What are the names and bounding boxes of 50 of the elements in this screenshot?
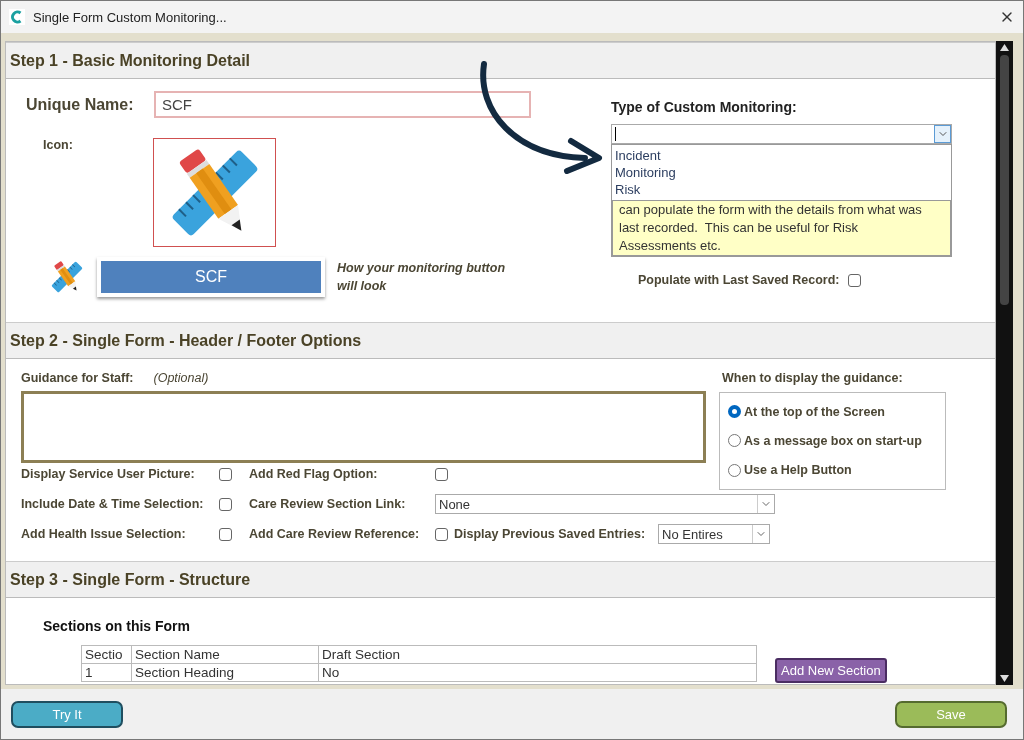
dropdown-option[interactable]: Monitoring (615, 164, 948, 181)
guidance-field[interactable] (21, 391, 706, 463)
info-text: can populate the form with the details from what was last recorded. This can be useful for Risk Assessments etc. (619, 201, 923, 255)
scrollbar[interactable] (996, 41, 1013, 685)
field-label: Icon: (42, 138, 74, 152)
field-label: Guidance for Staff: (21, 371, 134, 385)
table-cell: 1 (81, 663, 132, 682)
dropdown[interactable]: No Entires (658, 524, 771, 544)
table-cell: No (318, 663, 757, 682)
scroll-thumb[interactable] (1000, 55, 1009, 305)
add-section-button[interactable]: Add New Section (775, 658, 887, 683)
checkbox[interactable] (848, 273, 862, 287)
checkbox[interactable] (219, 497, 232, 511)
column-header: Section Name (131, 645, 319, 664)
subheading: Sections on this Form (43, 618, 191, 634)
dropdown-option[interactable]: Risk (615, 181, 948, 198)
preview-caption: How your monitoring button will look (337, 260, 507, 295)
checkbox[interactable] (435, 527, 448, 541)
hint-text: (Optional) (153, 371, 209, 385)
option-label: Care Review Section Link: (249, 497, 407, 511)
option-label: Add Health Issue Selection: (21, 527, 187, 541)
field-label: Type of Custom Monitoring: (611, 99, 798, 115)
checkbox[interactable] (219, 467, 232, 481)
dropdown-option[interactable]: Incident (615, 147, 948, 164)
checkbox[interactable] (435, 467, 448, 481)
table-cell: Section Heading (131, 663, 319, 682)
preview-label: SCF (101, 261, 321, 293)
column-header: Sectio (81, 645, 132, 664)
option-label: Add Red Flag Option: (249, 467, 379, 481)
app-logo-icon (9, 9, 25, 25)
radio-option[interactable]: As a message box on start-up (728, 434, 937, 448)
column-header: Draft Section (318, 645, 757, 664)
section-title: Step 3 - Single Form - Structure (10, 570, 251, 589)
section-title: Step 1 - Basic Monitoring Detail (10, 51, 251, 70)
dropdown[interactable]: None (435, 494, 775, 514)
window-title: Single Form Custom Monitoring... (33, 9, 228, 25)
option-label: Display Service User Picture: (21, 467, 196, 481)
radio-option[interactable]: Use a Help Button (728, 463, 937, 478)
section-title: Step 2 - Single Form - Header / Footer Options (10, 331, 362, 350)
radio-option[interactable]: At the top of the Screen (728, 404, 937, 419)
name-input[interactable]: SCF (154, 91, 531, 118)
option-label: Display Previous Saved Entries: (454, 527, 646, 541)
checkbox-label: Populate with Last Saved Record: (638, 273, 840, 287)
scroll-down-icon[interactable] (1000, 675, 1009, 682)
option-label: Include Date & Time Selection: (21, 497, 205, 511)
checkbox[interactable] (219, 527, 232, 541)
option-label: Add Care Review Reference: (249, 527, 421, 541)
field-label: Unique Name: (25, 95, 135, 114)
scroll-up-icon[interactable] (1000, 44, 1009, 51)
field-label: When to display the guidance: (721, 371, 904, 385)
